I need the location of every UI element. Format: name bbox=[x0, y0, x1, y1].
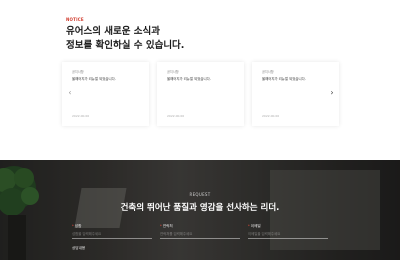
card-text: 올해어지가 리뉴얼 되었습니다. bbox=[72, 77, 116, 81]
notice-title-line-2: 정보를 확인하실 수 있습니다. bbox=[66, 39, 185, 51]
card-date: 2022.00.00 bbox=[72, 114, 90, 118]
card-date: 2022.00.00 bbox=[167, 114, 185, 118]
notice-card[interactable]: 공지사항 올해어지가 리뉴얼 되었습니다. 2022.00.00 bbox=[252, 62, 339, 126]
inquiry-field: 상담내용 bbox=[72, 246, 85, 251]
inquiry-field-label: 상담내용 bbox=[72, 246, 86, 250]
required-mark: * bbox=[160, 224, 162, 228]
notice-title-line-1: 유어스의 새로운 소식과 bbox=[66, 26, 161, 37]
email-field-label: 이메일 bbox=[250, 224, 261, 228]
notice-card[interactable]: 공지사항 올해어지가 리뉴얼 되었습니다. 2022.00.00 bbox=[157, 62, 244, 126]
request-section: REQUEST 건축의 뛰어난 품질과 영감을 선사하는 리더. *성함 *연락… bbox=[0, 160, 400, 260]
request-tag: REQUEST bbox=[189, 192, 211, 197]
required-mark: * bbox=[248, 224, 250, 228]
phone-field-label: 연락처 bbox=[162, 224, 173, 228]
email-input[interactable] bbox=[248, 229, 328, 239]
card-text: 올해어지가 리뉴얼 되었습니다. bbox=[262, 77, 306, 81]
notice-title: 유어스의 새로운 소식과 정보를 확인하실 수 있습니다. bbox=[66, 25, 184, 52]
card-category: 공지사항 bbox=[167, 70, 179, 74]
email-field: *이메일 bbox=[248, 224, 328, 244]
notice-card[interactable]: 공지사항 올해어지가 리뉴얼 되었습니다. 2022.00.00 bbox=[62, 62, 149, 126]
name-field: *성함 bbox=[72, 224, 152, 244]
card-date: 2022.00.00 bbox=[262, 114, 280, 118]
name-field-label: 성함 bbox=[74, 224, 82, 228]
request-title: 건축의 뛰어난 품질과 영감을 선사하는 리더. bbox=[120, 203, 280, 213]
required-mark: * bbox=[72, 224, 74, 228]
notice-section: NOTICE 유어스의 새로운 소식과 정보를 확인하실 수 있습니다. 공지사… bbox=[0, 0, 400, 160]
phone-input[interactable] bbox=[160, 229, 240, 239]
phone-field: *연락처 bbox=[160, 224, 240, 244]
chevron-right-icon[interactable]: › bbox=[328, 89, 336, 97]
card-text: 올해어지가 리뉴얼 되었습니다. bbox=[167, 77, 211, 81]
card-category: 공지사항 bbox=[262, 70, 274, 74]
card-category: 공지사항 bbox=[72, 70, 84, 74]
chevron-left-icon[interactable]: ‹ bbox=[66, 89, 74, 97]
name-input[interactable] bbox=[72, 229, 152, 239]
notice-tag: NOTICE bbox=[66, 17, 84, 22]
notice-card-list: 공지사항 올해어지가 리뉴얼 되었습니다. 2022.00.00 공지사항 올해… bbox=[62, 62, 340, 126]
